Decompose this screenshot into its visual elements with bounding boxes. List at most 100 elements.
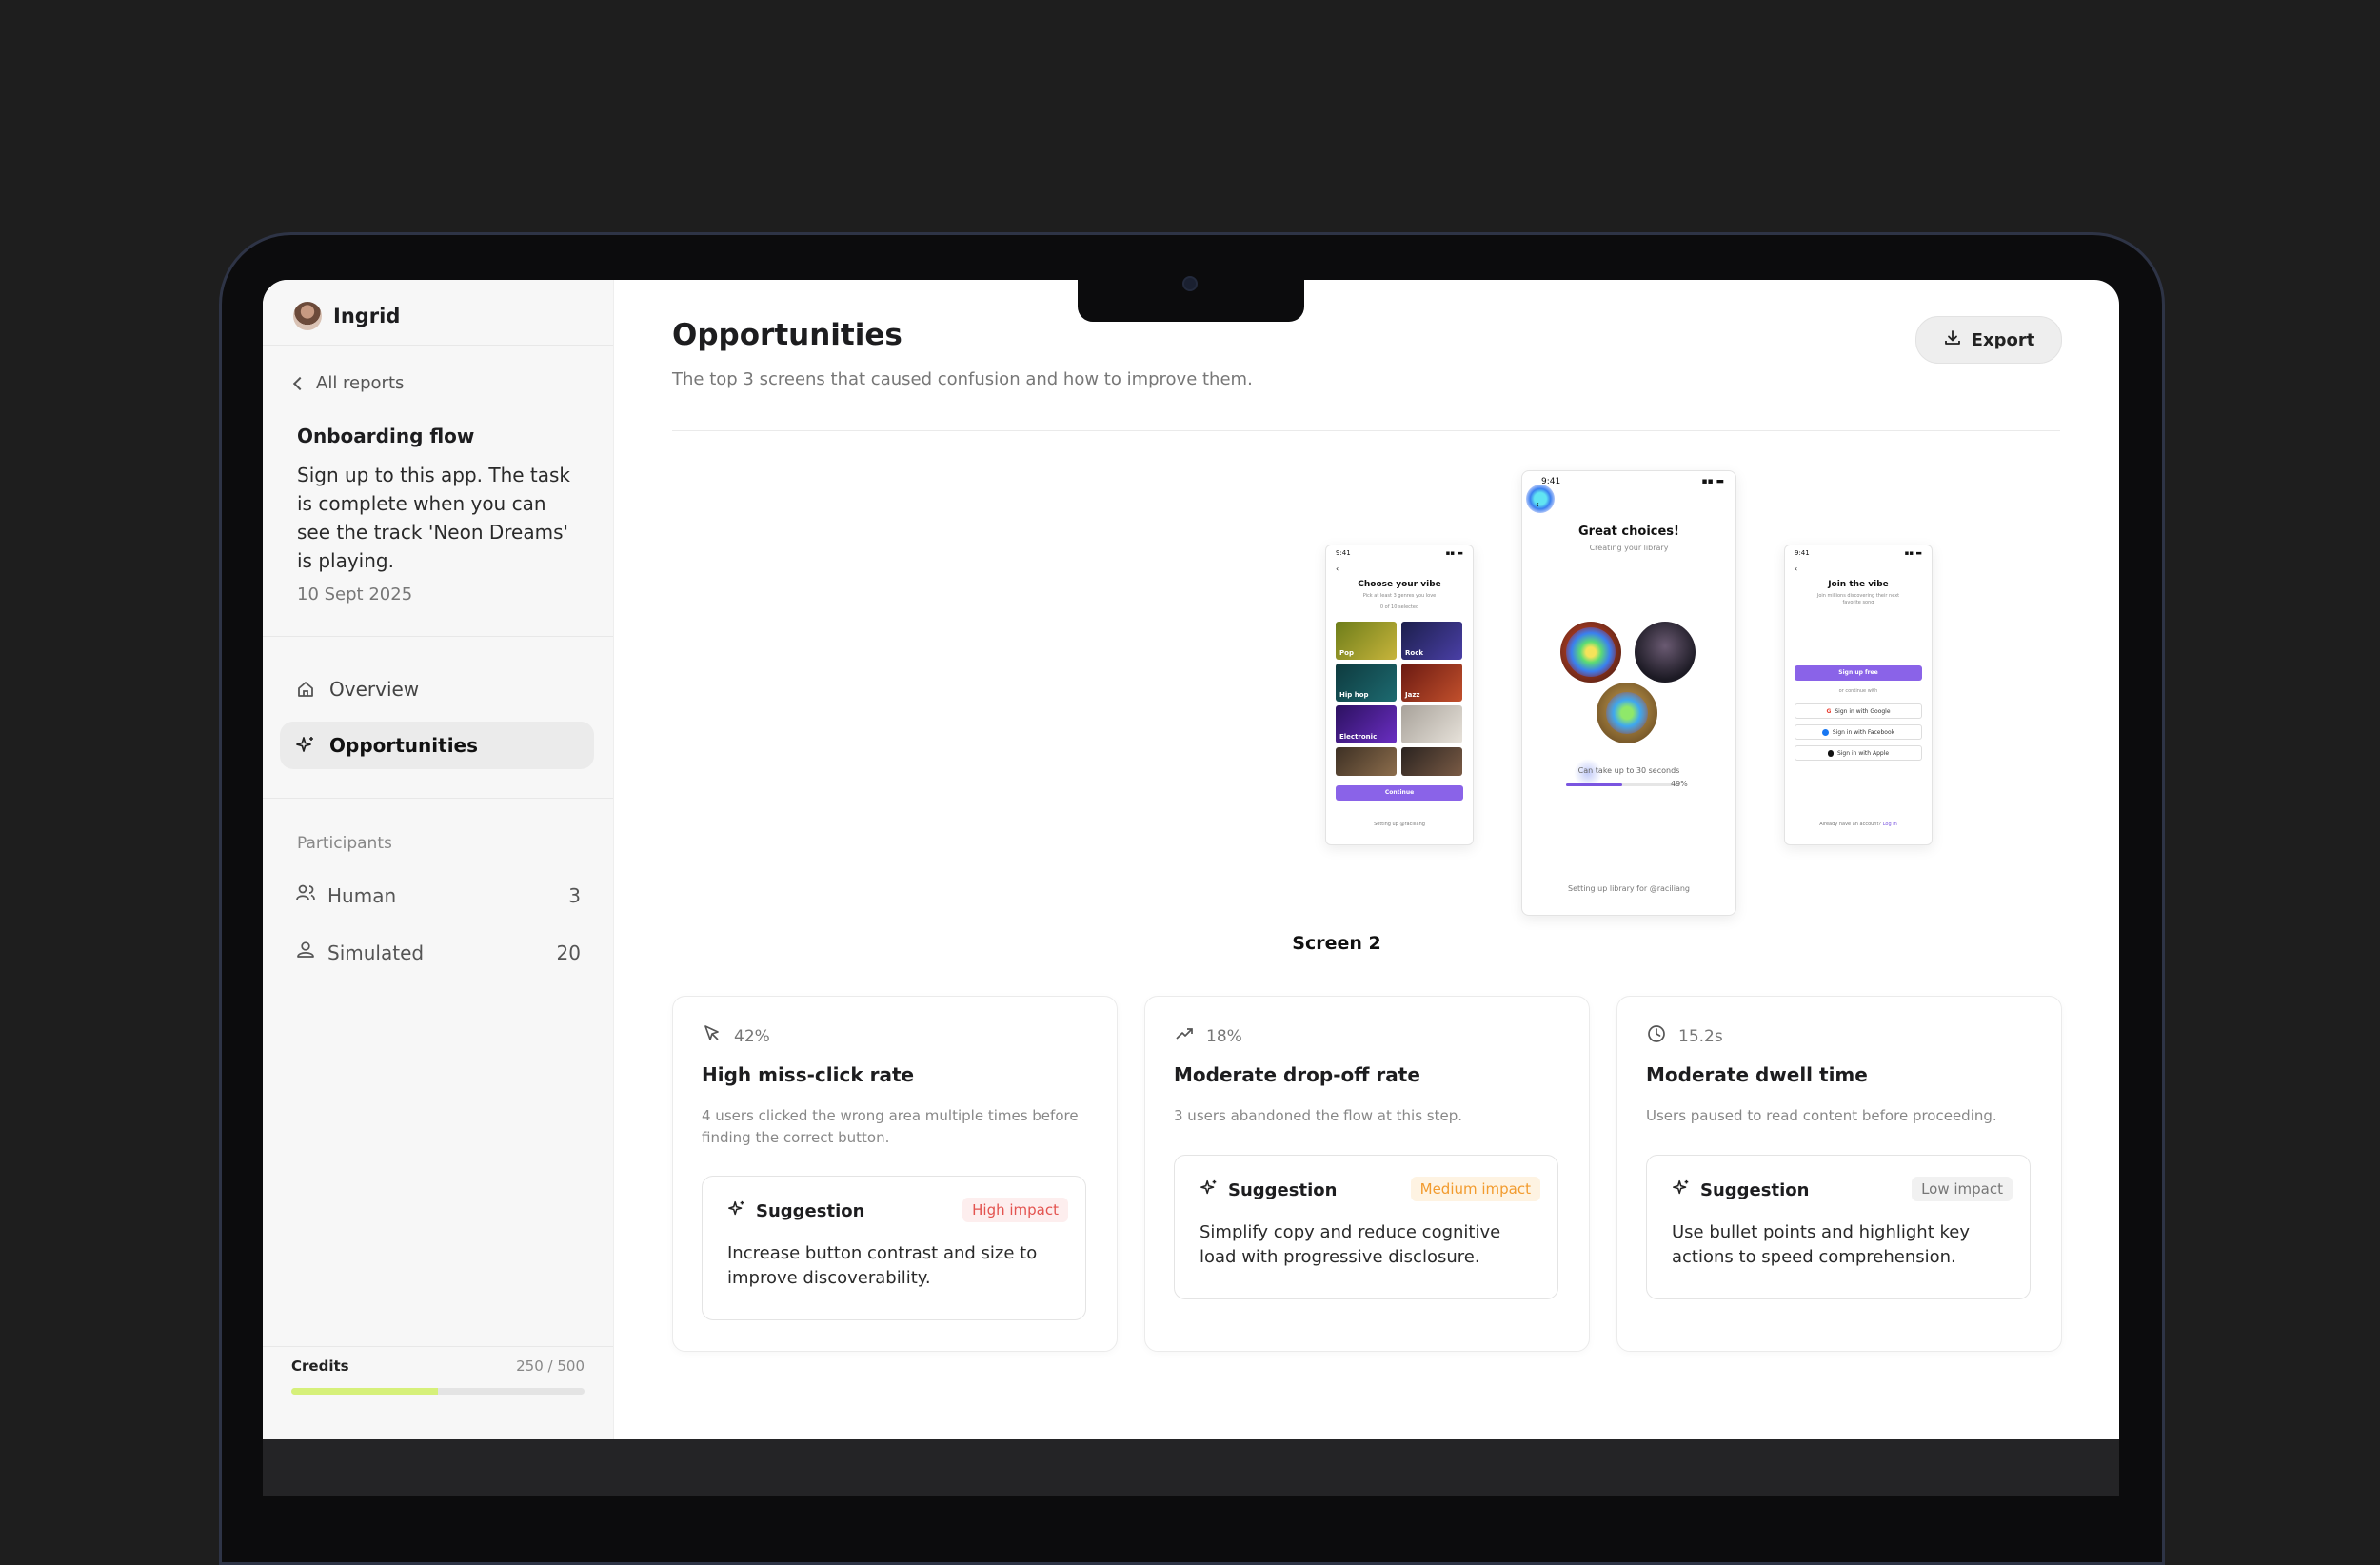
participants-simulated-row[interactable]: Simulated 20 [295, 941, 581, 964]
card-description: 4 users clicked the wrong area multiple … [702, 1107, 1079, 1146]
all-reports-link[interactable]: All reports [292, 373, 405, 393]
opportunity-card: 42% High miss-click rate 4 users clicked… [672, 996, 1118, 1352]
export-button[interactable]: Export [1915, 316, 2062, 364]
impact-badge: Low impact [1912, 1177, 2013, 1201]
laptop-bottom-bezel [263, 1439, 2119, 1496]
suggestion-box: Suggestion High impact Increase button c… [702, 1176, 1086, 1320]
sparkle-icon [1200, 1179, 1219, 1202]
progress-value: 49% [1671, 780, 1688, 788]
report-date: 10 Sept 2025 [297, 584, 413, 604]
status-icons: ▪▪ ▬ [1904, 549, 1922, 557]
back-arrow-icon: ‹ [1795, 565, 1798, 573]
genre-tile[interactable] [1401, 705, 1462, 743]
participants-human-row[interactable]: Human 3 [295, 883, 581, 907]
nav-overview[interactable]: Overview [280, 665, 594, 713]
login-link[interactable]: Log in [1883, 822, 1897, 827]
page-title: Opportunities [672, 318, 902, 352]
camera-icon [1182, 276, 1198, 291]
divider [672, 430, 2060, 431]
google-icon: G [1826, 707, 1832, 715]
metric-value: 42% [734, 1026, 770, 1046]
credits-panel: Credits 250 / 500 [291, 1357, 585, 1395]
card-title: Moderate drop-off rate [1174, 1063, 1420, 1086]
status-icons: ▪▪ ▬ [1445, 549, 1463, 557]
divider [263, 345, 613, 346]
screen-thumbnail-3[interactable]: 9:41 ▪▪ ▬ ‹ Join the vibe Join millions d… [1784, 545, 1933, 845]
phone-counter: 0 of 10 selected [1379, 604, 1419, 610]
back-label: All reports [316, 373, 405, 393]
phone-subtitle: Creating your library [1589, 544, 1669, 552]
credits-progress-bar [291, 1388, 585, 1395]
nav-opportunities[interactable]: Opportunities [280, 722, 594, 769]
screen-thumbnail-2[interactable]: 9:41 ▪▪ ▬ ‹ Great choices! Creating your … [1521, 470, 1736, 916]
home-icon [295, 679, 316, 700]
main-content: Opportunities The top 3 screens that cau… [613, 280, 2119, 1441]
nav-label: Opportunities [329, 734, 479, 757]
chevron-left-icon [292, 376, 307, 390]
genre-tile[interactable]: Hip hop [1336, 664, 1397, 702]
back-arrow-icon: ‹ [1336, 565, 1339, 573]
suggestion-heading: Suggestion [727, 1199, 864, 1223]
progress-fill [1566, 783, 1622, 786]
suggestion-box: Suggestion Low impact Use bullet points … [1646, 1155, 2031, 1299]
suggestion-heading: Suggestion [1672, 1179, 1809, 1202]
heatmap-spot [1526, 485, 1555, 513]
participant-count: 3 [568, 883, 581, 907]
participants-heading: Participants [297, 834, 392, 853]
card-title: Moderate dwell time [1646, 1063, 1868, 1086]
metric-row: 18% [1174, 1023, 1242, 1049]
heatmap-spot [1566, 627, 1616, 677]
export-label: Export [1971, 329, 2035, 350]
bot-user-icon [295, 941, 316, 964]
genre-tile[interactable] [1401, 747, 1462, 776]
phone-footer: Already have an account? Log in [1819, 822, 1897, 827]
credits-label: Credits [291, 1357, 349, 1375]
continue-button[interactable]: Continue [1336, 785, 1463, 801]
app-screen: Ingrid All reports Onboarding flow Sign … [263, 280, 2119, 1441]
screen-thumbnail-1[interactable]: 9:41 ▪▪ ▬ ‹ Choose your vibe Pick at leas… [1325, 545, 1474, 845]
facebook-sign-in-button[interactable]: Sign in with Facebook [1795, 724, 1922, 740]
genre-tile[interactable]: Jazz [1401, 664, 1462, 702]
opportunity-card: 15.2s Moderate dwell time Users paused t… [1616, 996, 2062, 1352]
page-subtitle: The top 3 screens that caused confusion … [672, 369, 1253, 389]
sparkle-icon [727, 1199, 746, 1223]
phone-title: Choose your vibe [1358, 580, 1441, 589]
card-description: Users paused to read content before proc… [1646, 1107, 1997, 1124]
phone-subtitle: Pick at least 3 genres you love [1362, 593, 1437, 599]
status-icons: ▪▪ ▬ [1701, 477, 1724, 486]
report-title: Onboarding flow [297, 425, 475, 447]
opportunity-card: 18% Moderate drop-off rate 3 users aband… [1144, 996, 1590, 1352]
metric-value: 15.2s [1678, 1026, 1723, 1046]
impact-badge: Medium impact [1410, 1177, 1540, 1201]
phone-subtitle: Join millions discovering their next fav… [1816, 593, 1900, 605]
genre-tile[interactable]: Rock [1401, 622, 1462, 660]
google-sign-in-button[interactable]: G Sign in with Google [1795, 703, 1922, 719]
user-name: Ingrid [333, 305, 401, 327]
trend-up-icon [1174, 1023, 1195, 1049]
sign-up-button[interactable]: Sign up free [1795, 665, 1922, 681]
participant-label: Human [327, 883, 397, 907]
genre-circle-image [1635, 622, 1696, 683]
download-icon [1943, 328, 1962, 352]
genre-tile[interactable]: Pop [1336, 622, 1397, 660]
user-profile[interactable]: Ingrid [293, 297, 400, 335]
divider [263, 1346, 613, 1347]
apple-sign-in-button[interactable]: Sign in with Apple [1795, 745, 1922, 761]
divider [263, 636, 613, 637]
genre-tile[interactable] [1336, 747, 1397, 776]
phone-title: Join the vibe [1828, 580, 1889, 589]
genre-tile[interactable]: Electronic [1336, 705, 1397, 743]
card-description: 3 users abandoned the flow at this step. [1174, 1107, 1462, 1124]
sparkle-icon [1672, 1179, 1691, 1202]
status-time: 9:41 [1336, 549, 1351, 557]
credits-progress-fill [291, 1388, 438, 1395]
cursor-icon [702, 1023, 723, 1049]
phone-footer: Setting up library for @raciliang [1567, 884, 1690, 893]
screen-label: Screen 2 [1292, 933, 1381, 954]
sparkle-icon [295, 735, 316, 756]
credits-value: 250 / 500 [516, 1357, 585, 1375]
apple-icon [1827, 749, 1834, 757]
users-icon [295, 883, 316, 907]
sidebar: Ingrid All reports Onboarding flow Sign … [263, 280, 614, 1441]
phone-footer: Setting up @raciliang [1374, 822, 1425, 827]
